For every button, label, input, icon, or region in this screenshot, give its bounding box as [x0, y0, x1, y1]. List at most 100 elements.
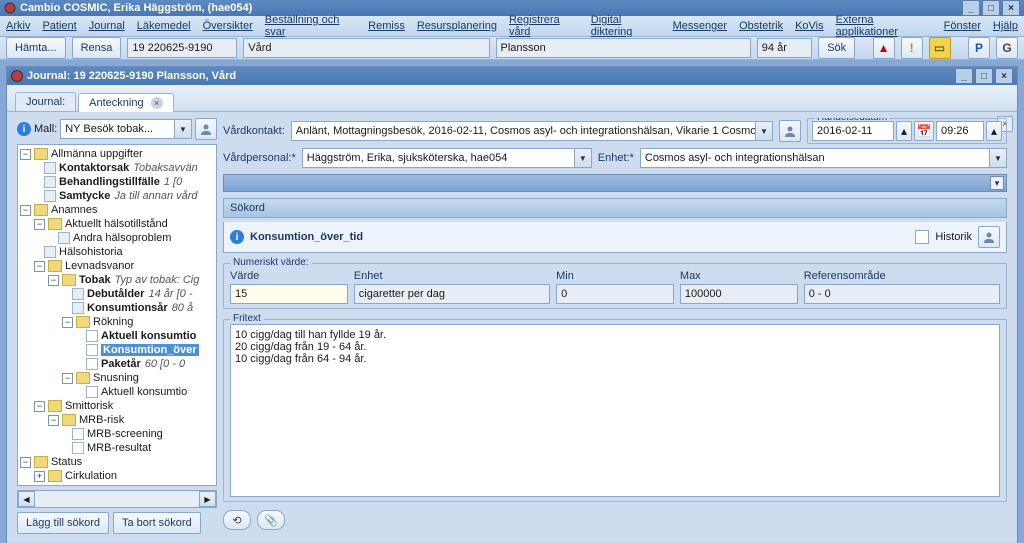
- tree-node[interactable]: Anamnes: [51, 204, 97, 216]
- tree-node[interactable]: MRB-resultat: [87, 442, 151, 454]
- menu-arkiv[interactable]: Arkiv: [6, 20, 30, 32]
- tree-toggle[interactable]: −: [34, 219, 45, 230]
- tree-toggle[interactable]: −: [62, 373, 73, 384]
- section-toggle-icon[interactable]: ▾: [990, 176, 1004, 190]
- tree-node[interactable]: Allmänna uppgifter: [51, 148, 143, 160]
- fritext-textarea[interactable]: 10 cigg/dag till han fyllde 19 år. 20 ci…: [230, 324, 1000, 497]
- tree-node[interactable]: Konsumtionsår: [87, 302, 168, 314]
- patient-last-field[interactable]: Vård: [243, 38, 489, 58]
- tree-node[interactable]: Kontaktorsak: [59, 162, 129, 174]
- tree-node[interactable]: MRB-screening: [87, 428, 163, 440]
- menu-remiss[interactable]: Remiss: [368, 20, 405, 32]
- chevron-down-icon[interactable]: ▼: [755, 122, 772, 140]
- alert-icon[interactable]: ▲: [873, 37, 895, 59]
- menu-resursplanering[interactable]: Resursplanering: [417, 20, 497, 32]
- tree-node[interactable]: Smittorisk: [65, 400, 113, 412]
- tree-toggle[interactable]: −: [48, 275, 59, 286]
- menu-hjalp[interactable]: Hjälp: [993, 20, 1018, 32]
- tree-node[interactable]: Rökning: [93, 316, 133, 328]
- menu-messenger[interactable]: Messenger: [673, 20, 727, 32]
- sokord-user-button[interactable]: [978, 226, 1000, 248]
- menu-digital-diktering[interactable]: Digital diktering: [591, 14, 661, 38]
- user-button[interactable]: [195, 118, 217, 140]
- tab-anteckning[interactable]: Anteckning ×: [78, 93, 174, 112]
- menu-fonster[interactable]: Fönster: [944, 20, 981, 32]
- tree-toggle[interactable]: −: [62, 317, 73, 328]
- tree-hscrollbar[interactable]: ◀ ▶: [17, 490, 217, 508]
- attach-button[interactable]: 📎: [257, 510, 285, 530]
- warning-icon[interactable]: !: [901, 37, 923, 59]
- tree-node[interactable]: Debutålder: [87, 288, 144, 300]
- menu-journal[interactable]: Journal: [89, 20, 125, 32]
- sok-button[interactable]: Sök: [818, 37, 855, 59]
- vardpersonal-combo[interactable]: Häggström, Erika, sjuksköterska, hae054 …: [302, 148, 592, 168]
- journal-close-button[interactable]: ×: [995, 68, 1013, 84]
- date-spinner[interactable]: ▴: [896, 121, 912, 141]
- tree-toggle[interactable]: +: [34, 471, 45, 482]
- journal-minimize-button[interactable]: _: [955, 68, 973, 84]
- tree-node[interactable]: Samtycke: [59, 190, 110, 202]
- time-spinner[interactable]: ▴: [986, 121, 1002, 141]
- tree-toggle[interactable]: −: [20, 457, 31, 468]
- close-button[interactable]: ×: [1002, 0, 1020, 16]
- tree-node[interactable]: Aktuell konsumtio: [101, 386, 187, 398]
- maximize-button[interactable]: □: [982, 0, 1000, 16]
- info-icon[interactable]: i: [230, 230, 244, 244]
- historik-checkbox[interactable]: [915, 230, 929, 244]
- tree-node[interactable]: Behandlingstillfälle: [59, 176, 160, 188]
- tab-journal[interactable]: Journal:: [15, 92, 76, 111]
- varde-input[interactable]: 15: [230, 284, 348, 304]
- tree-toggle[interactable]: −: [20, 205, 31, 216]
- ta-bort-sokord-button[interactable]: Ta bort sökord: [113, 512, 201, 534]
- menu-externa[interactable]: Externa applikationer: [836, 14, 932, 38]
- scroll-left-icon[interactable]: ◀: [18, 491, 35, 507]
- patient-first-field[interactable]: Plansson: [496, 38, 751, 58]
- journal-maximize-button[interactable]: □: [975, 68, 993, 84]
- tree-node[interactable]: Levnadsvanor: [65, 260, 134, 272]
- note-icon[interactable]: ▭: [929, 37, 951, 59]
- enhet-combo[interactable]: Cosmos asyl- och integrationshälsan ▼: [640, 148, 1007, 168]
- vardkontakt-combo[interactable]: Anlänt, Mottagningsbesök, 2016-02-11, Co…: [291, 121, 773, 141]
- g-button[interactable]: G: [996, 37, 1018, 59]
- menu-bestallning[interactable]: Beställning och svar: [265, 14, 356, 38]
- personnummer-field[interactable]: 19 220625-9190: [127, 38, 237, 58]
- chevron-down-icon[interactable]: ▼: [174, 120, 191, 138]
- lagg-till-sokord-button[interactable]: Lägg till sökord: [17, 512, 109, 534]
- tree-node[interactable]: Tobak: [79, 274, 111, 286]
- tree-node[interactable]: Aktuell konsumtio: [101, 330, 196, 342]
- tree-node[interactable]: Status: [51, 456, 82, 468]
- tree-view[interactable]: −Allmänna uppgifter KontaktorsakTobaksav…: [17, 144, 217, 486]
- tab-close-icon[interactable]: ×: [151, 97, 163, 109]
- tree-toggle[interactable]: −: [48, 415, 59, 426]
- scroll-right-icon[interactable]: ▶: [199, 491, 216, 507]
- menu-kovis[interactable]: KoVis: [795, 20, 824, 32]
- calendar-icon[interactable]: 📅: [914, 121, 934, 141]
- tree-toggle[interactable]: −: [34, 261, 45, 272]
- hamta-button[interactable]: Hämta...: [6, 37, 66, 59]
- menu-patient[interactable]: Patient: [42, 20, 76, 32]
- tree-node[interactable]: Aktuellt hälsotillstånd: [65, 218, 168, 230]
- time-field[interactable]: 09:26: [936, 121, 984, 141]
- history-button[interactable]: ⟲: [223, 510, 251, 530]
- menu-oversikter[interactable]: Översikter: [203, 20, 253, 32]
- minimize-button[interactable]: _: [962, 0, 980, 16]
- tree-node[interactable]: Paketår: [101, 358, 141, 370]
- mall-combo[interactable]: NY Besök tobak... ▼: [60, 119, 192, 139]
- p-button[interactable]: P: [968, 37, 990, 59]
- menu-lakemedel[interactable]: Läkemedel: [137, 20, 191, 32]
- tree-node-selected[interactable]: Konsumtion_över: [101, 344, 199, 356]
- tree-node[interactable]: Andra hälsoproblem: [73, 232, 171, 244]
- rensa-button[interactable]: Rensa: [72, 37, 122, 59]
- chevron-down-icon[interactable]: ▼: [574, 149, 591, 167]
- info-icon[interactable]: i: [17, 122, 31, 136]
- tree-node[interactable]: Hälsohistoria: [59, 246, 123, 258]
- tree-node[interactable]: Snusning: [93, 372, 139, 384]
- tree-node[interactable]: MRB-risk: [79, 414, 124, 426]
- vardkontakt-user-button[interactable]: [779, 120, 801, 142]
- tree-toggle[interactable]: −: [34, 401, 45, 412]
- menu-obstetrik[interactable]: Obstetrik: [739, 20, 783, 32]
- date-field[interactable]: 2016-02-11: [812, 121, 894, 141]
- tree-node[interactable]: Cirkulation: [65, 470, 117, 482]
- tree-toggle[interactable]: −: [20, 149, 31, 160]
- menu-registrera-vard[interactable]: Registrera vård: [509, 14, 579, 38]
